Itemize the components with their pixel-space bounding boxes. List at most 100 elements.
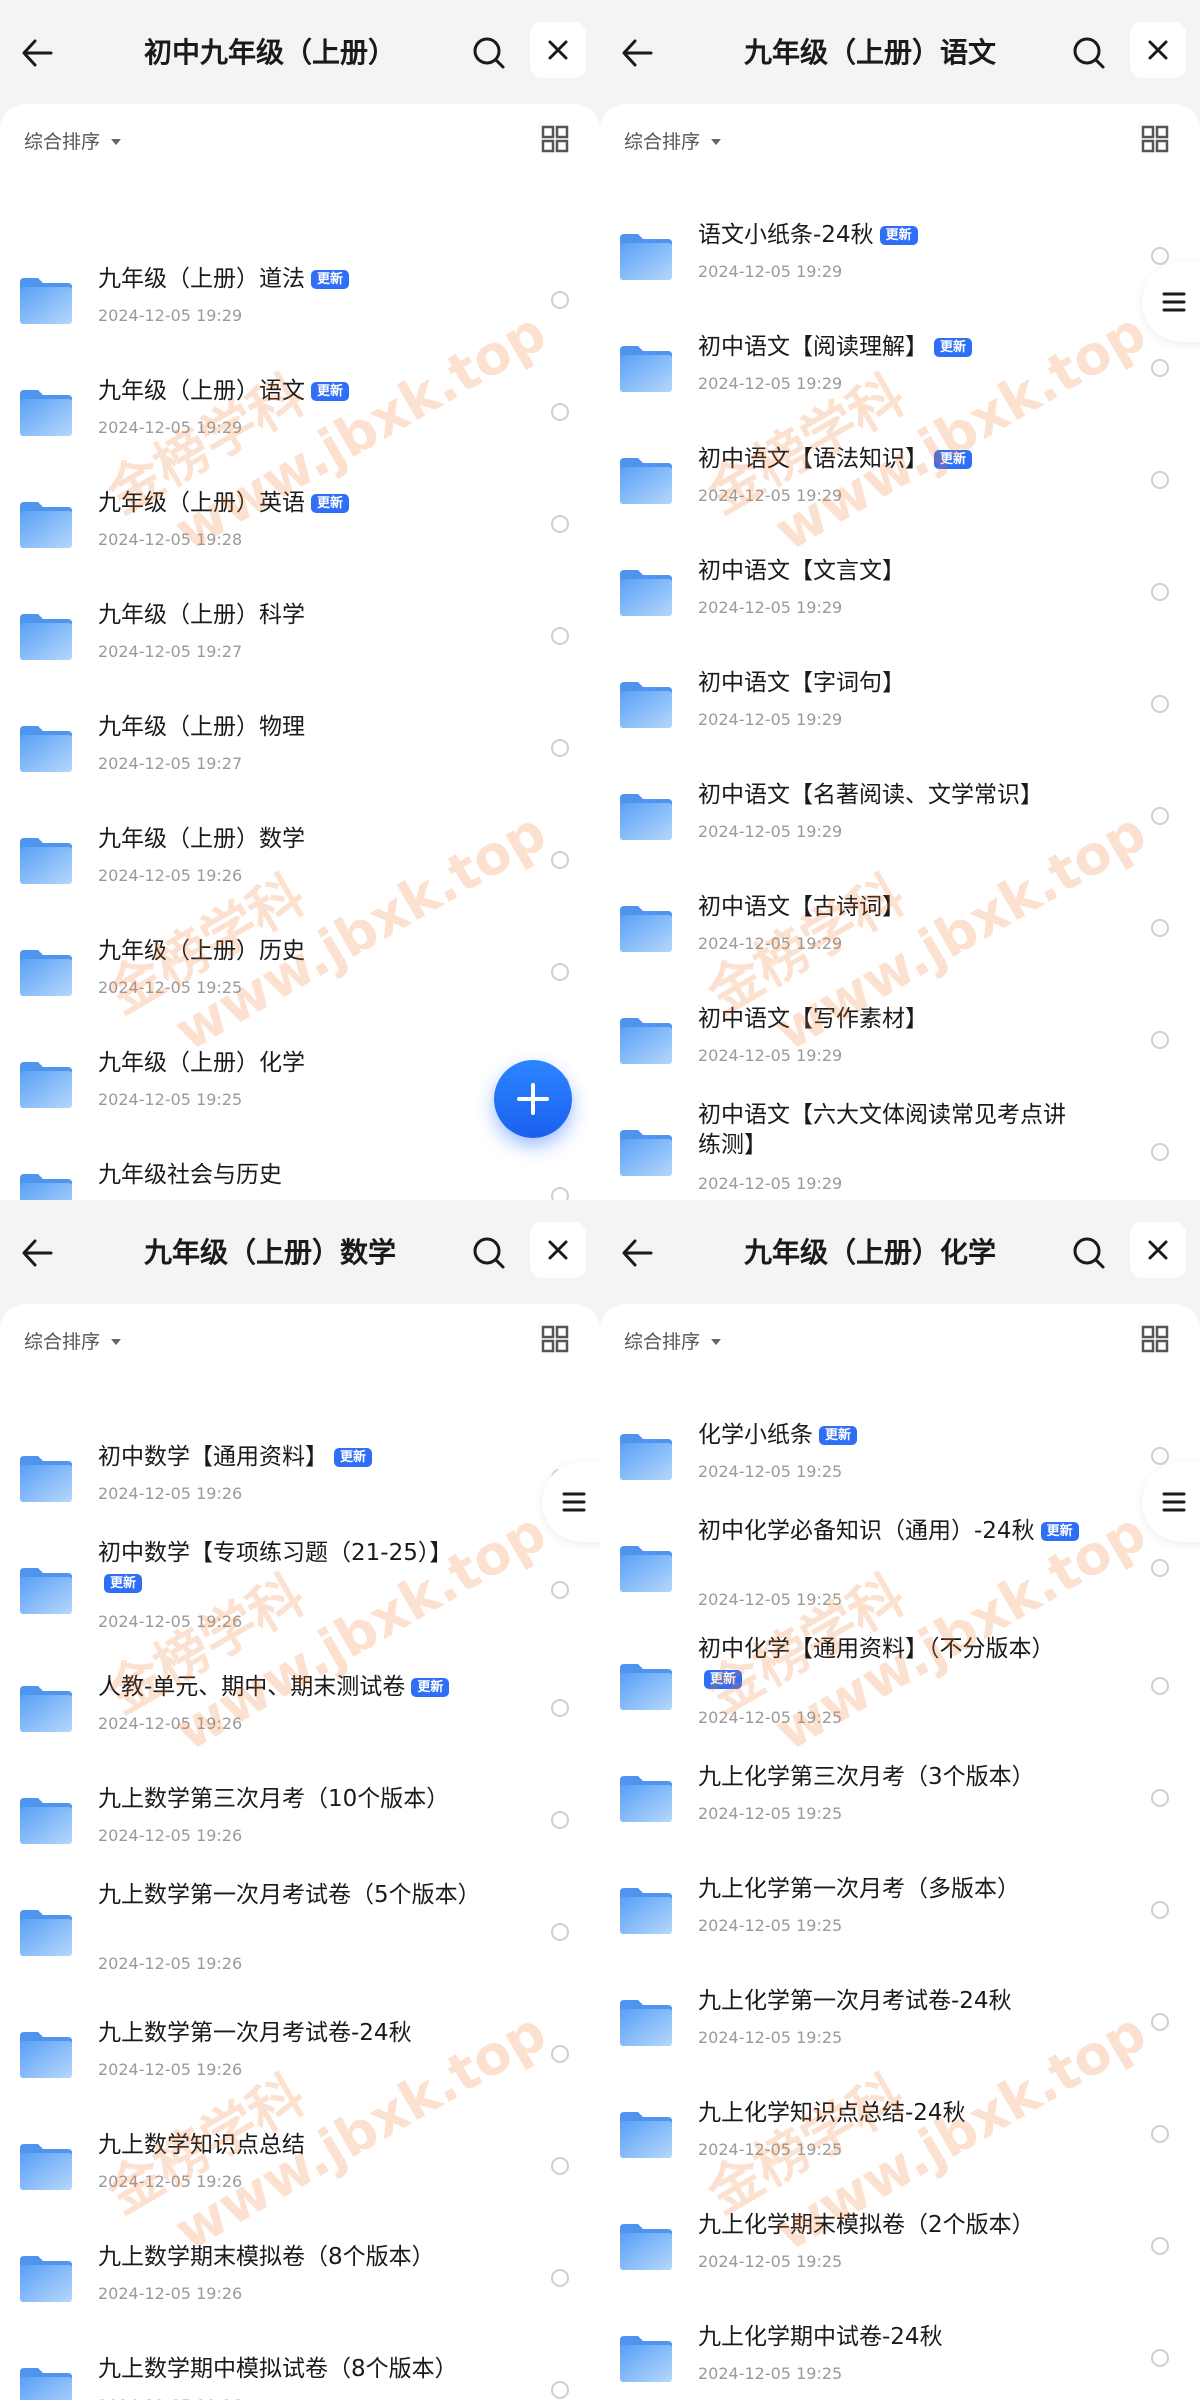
- item-name-text: 初中数学【专项练习题（21-25）】: [98, 1540, 453, 1566]
- select-radio[interactable]: [1151, 1143, 1169, 1161]
- select-radio[interactable]: [551, 963, 569, 981]
- grid-view-icon[interactable]: [540, 1324, 570, 1354]
- close-icon[interactable]: [1130, 1222, 1186, 1278]
- select-radio[interactable]: [551, 2157, 569, 2175]
- close-icon[interactable]: [530, 22, 586, 78]
- select-radio[interactable]: [551, 2381, 569, 2399]
- list-item[interactable]: 九上化学期末模拟卷（2个版本） 2024-12-05 19:25: [600, 2190, 1200, 2302]
- list-item[interactable]: 九上化学知识点总结-24秋 2024-12-05 19:25: [600, 2078, 1200, 2190]
- list-item[interactable]: 初中化学必备知识（通用）-24秋 更新 2024-12-05 19:25: [600, 1512, 1200, 1624]
- grid-view-icon[interactable]: [1140, 1324, 1170, 1354]
- item-name: 九上数学期末模拟卷（8个版本）: [98, 2242, 488, 2272]
- back-arrow-icon[interactable]: [14, 1230, 60, 1276]
- list-item[interactable]: 初中数学【专项练习题（21-25）】更新 2024-12-05 19:26: [0, 1534, 600, 1646]
- list-item[interactable]: 化学小纸条 更新 2024-12-05 19:25: [600, 1400, 1200, 1512]
- select-radio[interactable]: [551, 291, 569, 309]
- list-item[interactable]: 九年级社会与历史2024-12-05 19:24: [0, 1140, 600, 1200]
- select-radio[interactable]: [1151, 2013, 1169, 2031]
- select-radio[interactable]: [551, 851, 569, 869]
- list-item[interactable]: 初中语文【六大文体阅读常见考点讲练测】 2024-12-05 19:29: [600, 1096, 1200, 1200]
- list-item[interactable]: 初中语文【文言文】 2024-12-05 19:29: [600, 536, 1200, 648]
- folder-icon: [618, 2330, 674, 2386]
- item-date: 2024-12-05 19:26: [98, 2060, 243, 2079]
- add-fab-button[interactable]: [494, 1060, 572, 1138]
- search-icon[interactable]: [1066, 1230, 1112, 1276]
- select-radio[interactable]: [1151, 1789, 1169, 1807]
- item-name: 初中语文【名著阅读、文学常识】: [698, 780, 1088, 810]
- list-item[interactable]: 九上化学期中试卷-24秋 2024-12-05 19:25: [600, 2302, 1200, 2400]
- select-radio[interactable]: [551, 2269, 569, 2287]
- select-radio[interactable]: [551, 515, 569, 533]
- select-radio[interactable]: [1151, 2349, 1169, 2367]
- select-radio[interactable]: [1151, 1559, 1169, 1577]
- list-item[interactable]: 人教-单元、期中、期末测试卷 更新 2024-12-05 19:26: [0, 1652, 600, 1764]
- item-name-text: 九年级（上册）语文: [98, 378, 305, 404]
- select-radio[interactable]: [1151, 359, 1169, 377]
- list-item[interactable]: 九上数学第一次月考试卷（5个版本） 2024-12-05 19:26: [0, 1876, 600, 1988]
- back-arrow-icon[interactable]: [614, 30, 660, 76]
- select-radio[interactable]: [1151, 471, 1169, 489]
- select-radio[interactable]: [551, 1187, 569, 1200]
- list-item[interactable]: 九上数学第一次月考试卷-24秋 2024-12-05 19:26: [0, 1998, 600, 2110]
- list-item[interactable]: 初中化学【通用资料】（不分版本） 更新 2024-12-05 19:25: [600, 1630, 1200, 1742]
- select-radio[interactable]: [1151, 2237, 1169, 2255]
- list-item[interactable]: 初中数学【通用资料】 更新 2024-12-05 19:26: [0, 1422, 600, 1534]
- list-item[interactable]: 九上数学期中模拟试卷（8个版本） 2024-12-05 19:26: [0, 2334, 600, 2400]
- folder-icon: [18, 2026, 74, 2082]
- select-radio[interactable]: [551, 627, 569, 645]
- list-item[interactable]: 初中语文【古诗词】 2024-12-05 19:29: [600, 872, 1200, 984]
- list-item[interactable]: 初中语文【名著阅读、文学常识】 2024-12-05 19:29: [600, 760, 1200, 872]
- list-item[interactable]: 初中语文【写作素材】 2024-12-05 19:29: [600, 984, 1200, 1096]
- sort-dropdown[interactable]: 综合排序: [624, 126, 722, 154]
- select-radio[interactable]: [1151, 695, 1169, 713]
- list-item[interactable]: 九上数学第三次月考（10个版本） 2024-12-05 19:26: [0, 1764, 600, 1876]
- sort-dropdown[interactable]: 综合排序: [624, 1326, 722, 1354]
- back-arrow-icon[interactable]: [614, 1230, 660, 1276]
- grid-view-icon[interactable]: [1140, 124, 1170, 154]
- search-icon[interactable]: [466, 1230, 512, 1276]
- select-radio[interactable]: [551, 1811, 569, 1829]
- list-item[interactable]: 初中语文【语法知识】 更新 2024-12-05 19:29: [600, 424, 1200, 536]
- list-item[interactable]: 九年级（上册）语文 更新 2024-12-05 19:29: [0, 356, 600, 468]
- select-radio[interactable]: [1151, 583, 1169, 601]
- select-radio[interactable]: [551, 739, 569, 757]
- list-item[interactable]: 九上数学期末模拟卷（8个版本） 2024-12-05 19:26: [0, 2222, 600, 2334]
- select-radio[interactable]: [1151, 1031, 1169, 1049]
- list-item[interactable]: 九年级（上册）数学 2024-12-05 19:26: [0, 804, 600, 916]
- sort-dropdown[interactable]: 综合排序: [24, 1326, 122, 1354]
- item-name-text: 九年级社会与历史: [98, 1162, 282, 1188]
- list-item[interactable]: 九年级（上册）道法 更新 2024-12-05 19:29: [0, 244, 600, 356]
- list-item[interactable]: 九年级（上册）英语 更新 2024-12-05 19:28: [0, 468, 600, 580]
- select-radio[interactable]: [1151, 1901, 1169, 1919]
- select-radio[interactable]: [1151, 1677, 1169, 1695]
- item-date: 2024-12-05 19:26: [98, 2396, 242, 2400]
- select-radio[interactable]: [1151, 1447, 1169, 1465]
- list-item[interactable]: 九年级（上册）科学 2024-12-05 19:27: [0, 580, 600, 692]
- search-icon[interactable]: [1066, 30, 1112, 76]
- list-item[interactable]: 九年级（上册）物理 2024-12-05 19:27: [0, 692, 600, 804]
- back-arrow-icon[interactable]: [14, 30, 60, 76]
- list-item[interactable]: 九上化学第一次月考（多版本） 2024-12-05 19:25: [600, 1854, 1200, 1966]
- select-radio[interactable]: [1151, 2125, 1169, 2143]
- select-radio[interactable]: [1151, 807, 1169, 825]
- list-item[interactable]: 初中语文【字词句】 2024-12-05 19:29: [600, 648, 1200, 760]
- list-item[interactable]: 语文小纸条-24秋 更新 2024-12-05 19:29: [600, 200, 1200, 312]
- grid-view-icon[interactable]: [540, 124, 570, 154]
- select-radio[interactable]: [1151, 919, 1169, 937]
- list-item[interactable]: 九上化学第三次月考（3个版本） 2024-12-05 19:25: [600, 1742, 1200, 1854]
- list-item[interactable]: 九上化学第一次月考试卷-24秋 2024-12-05 19:25: [600, 1966, 1200, 2078]
- list-item[interactable]: 九上数学知识点总结 2024-12-05 19:26: [0, 2110, 600, 2222]
- select-radio[interactable]: [551, 1581, 569, 1599]
- select-radio[interactable]: [551, 403, 569, 421]
- select-radio[interactable]: [551, 1699, 569, 1717]
- list-item[interactable]: 九年级（上册）历史 2024-12-05 19:25: [0, 916, 600, 1028]
- close-icon[interactable]: [1130, 22, 1186, 78]
- item-name-text: 九上化学期中试卷-24秋: [698, 2324, 943, 2350]
- select-radio[interactable]: [551, 2045, 569, 2063]
- select-radio[interactable]: [1151, 247, 1169, 265]
- select-radio[interactable]: [551, 1923, 569, 1941]
- sort-dropdown[interactable]: 综合排序: [24, 126, 122, 154]
- list-item[interactable]: 初中语文【阅读理解】 更新 2024-12-05 19:29: [600, 312, 1200, 424]
- close-icon[interactable]: [530, 1222, 586, 1278]
- search-icon[interactable]: [466, 30, 512, 76]
